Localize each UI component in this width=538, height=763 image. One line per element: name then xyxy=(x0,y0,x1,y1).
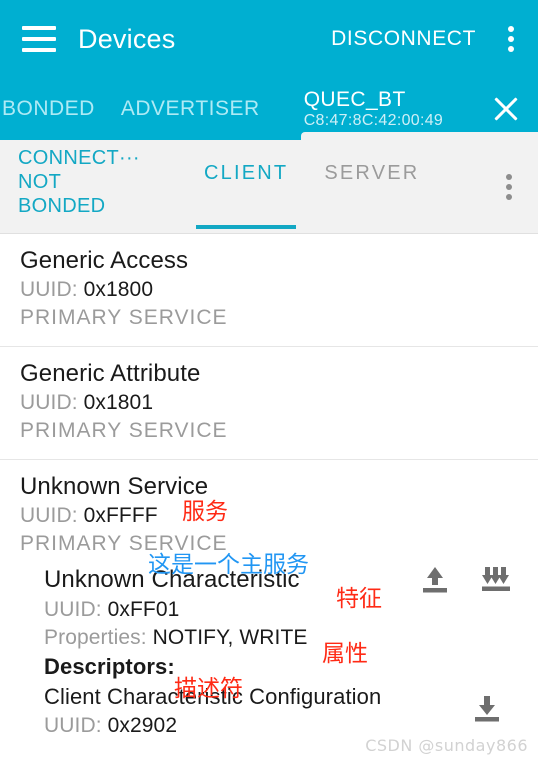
active-tab-sheet-indicator xyxy=(301,132,538,140)
tab-client-label: CLIENT xyxy=(204,162,289,184)
app-bar-actions: DISCONNECT xyxy=(327,21,538,57)
service-row[interactable]: Generic Attribute UUID: 0x1801 PRIMARY S… xyxy=(0,347,538,460)
device-address: C8:47:8C:42:00:49 xyxy=(303,112,444,129)
close-icon[interactable] xyxy=(488,91,524,127)
kebab-menu-icon[interactable] xyxy=(492,170,526,204)
service-type: PRIMARY SERVICE xyxy=(20,306,228,329)
hamburger-line xyxy=(22,48,56,52)
tab-device-quec-bt[interactable]: QUEC_BT C8:47:8C:42:00:49 xyxy=(285,78,538,140)
connection-state: CONNECT··· NOT BONDED xyxy=(0,140,180,218)
connection-state-line-3: BONDED xyxy=(18,195,106,217)
tab-server[interactable]: SERVER xyxy=(306,140,437,233)
page-title: Devices xyxy=(78,23,176,54)
service-uuid-label: UUID: xyxy=(20,391,78,414)
kebab-dot xyxy=(506,193,512,200)
service-name: Generic Access xyxy=(20,247,189,274)
disconnect-button[interactable]: DISCONNECT xyxy=(327,21,480,57)
tab-bonded-label: BONDED xyxy=(2,97,95,120)
service-uuid-value: 0x1800 xyxy=(83,278,154,301)
service-type: PRIMARY SERVICE xyxy=(20,532,228,555)
characteristic-block[interactable]: Unknown Characteristic UUID: 0xFF01 Prop… xyxy=(20,564,522,740)
app-root: Devices DISCONNECT BONDED ADVERTISER QUE… xyxy=(0,0,538,763)
client-server-tabs: CLIENT SERVER xyxy=(186,140,437,233)
characteristic-properties-value: NOTIFY, WRITE xyxy=(152,626,308,649)
connection-status-bar: CONNECT··· NOT BONDED CLIENT SERVER xyxy=(0,140,538,234)
characteristic-uuid-label: UUID: xyxy=(44,598,102,621)
descriptor-text: Client Characteristic Configuration UUID… xyxy=(44,682,470,740)
kebab-dot xyxy=(506,183,512,190)
app-bar: Devices DISCONNECT xyxy=(0,0,538,78)
descriptors-label: Descriptors: xyxy=(44,654,175,679)
hamburger-line xyxy=(22,37,56,41)
service-uuid-value: 0xFFFF xyxy=(83,504,158,527)
device-tab-strip: BONDED ADVERTISER QUEC_BT C8:47:8C:42:00… xyxy=(0,78,538,140)
descriptor-name: Client Characteristic Configuration xyxy=(44,684,382,709)
kebab-dot xyxy=(508,36,514,42)
service-uuid: UUID: 0x1801 xyxy=(20,389,522,417)
notify-multi-download-icon[interactable] xyxy=(478,565,512,595)
kebab-dot xyxy=(506,173,512,180)
characteristic-uuid: UUID: 0xFF01 xyxy=(44,596,522,624)
tab-bonded[interactable]: BONDED xyxy=(0,78,121,140)
service-row[interactable]: Unknown Service UUID: 0xFFFF PRIMARY SER… xyxy=(0,460,538,754)
characteristic-name: Unknown Characteristic xyxy=(44,566,300,593)
service-uuid-label: UUID: xyxy=(20,278,78,301)
characteristic-uuid-value: 0xFF01 xyxy=(107,598,180,621)
tab-advertiser[interactable]: ADVERTISER xyxy=(121,78,286,140)
characteristic-actions xyxy=(418,565,522,595)
write-upload-icon[interactable] xyxy=(418,565,452,595)
kebab-menu-icon[interactable] xyxy=(494,22,528,56)
service-uuid-label: UUID: xyxy=(20,504,78,527)
device-tab-text: QUEC_BT C8:47:8C:42:00:49 xyxy=(304,88,443,130)
service-uuid: UUID: 0x1800 xyxy=(20,276,522,304)
tab-server-label: SERVER xyxy=(324,162,420,184)
characteristic-properties-label: Properties: xyxy=(44,626,147,649)
device-name: QUEC_BT xyxy=(303,88,406,111)
kebab-dot xyxy=(508,26,514,32)
service-name: Generic Attribute xyxy=(20,360,201,387)
characteristic-properties: Properties: NOTIFY, WRITE xyxy=(44,624,522,652)
hamburger-line xyxy=(22,26,56,30)
hamburger-menu-icon[interactable] xyxy=(22,26,56,52)
descriptor-actions xyxy=(470,682,522,724)
descriptor-uuid: UUID: 0x2902 xyxy=(44,712,470,740)
service-row[interactable]: Generic Access UUID: 0x1800 PRIMARY SERV… xyxy=(0,234,538,347)
characteristic-header: Unknown Characteristic xyxy=(44,564,522,596)
descriptor-row[interactable]: Client Characteristic Configuration UUID… xyxy=(44,682,522,740)
read-download-icon[interactable] xyxy=(470,694,504,724)
descriptor-uuid-value: 0x2902 xyxy=(107,714,178,737)
tab-advertiser-label: ADVERTISER xyxy=(120,97,260,120)
service-uuid-value: 0x1801 xyxy=(83,391,154,414)
tab-client[interactable]: CLIENT xyxy=(186,140,306,233)
connection-state-line-2: NOT xyxy=(18,171,62,193)
service-list: Generic Access UUID: 0x1800 PRIMARY SERV… xyxy=(0,234,538,754)
service-uuid: UUID: 0xFFFF xyxy=(20,502,522,530)
service-name: Unknown Service xyxy=(20,473,209,500)
connection-state-line-1: CONNECT··· xyxy=(18,147,140,169)
kebab-dot xyxy=(508,46,514,52)
descriptor-uuid-label: UUID: xyxy=(44,714,102,737)
service-type: PRIMARY SERVICE xyxy=(20,419,228,442)
